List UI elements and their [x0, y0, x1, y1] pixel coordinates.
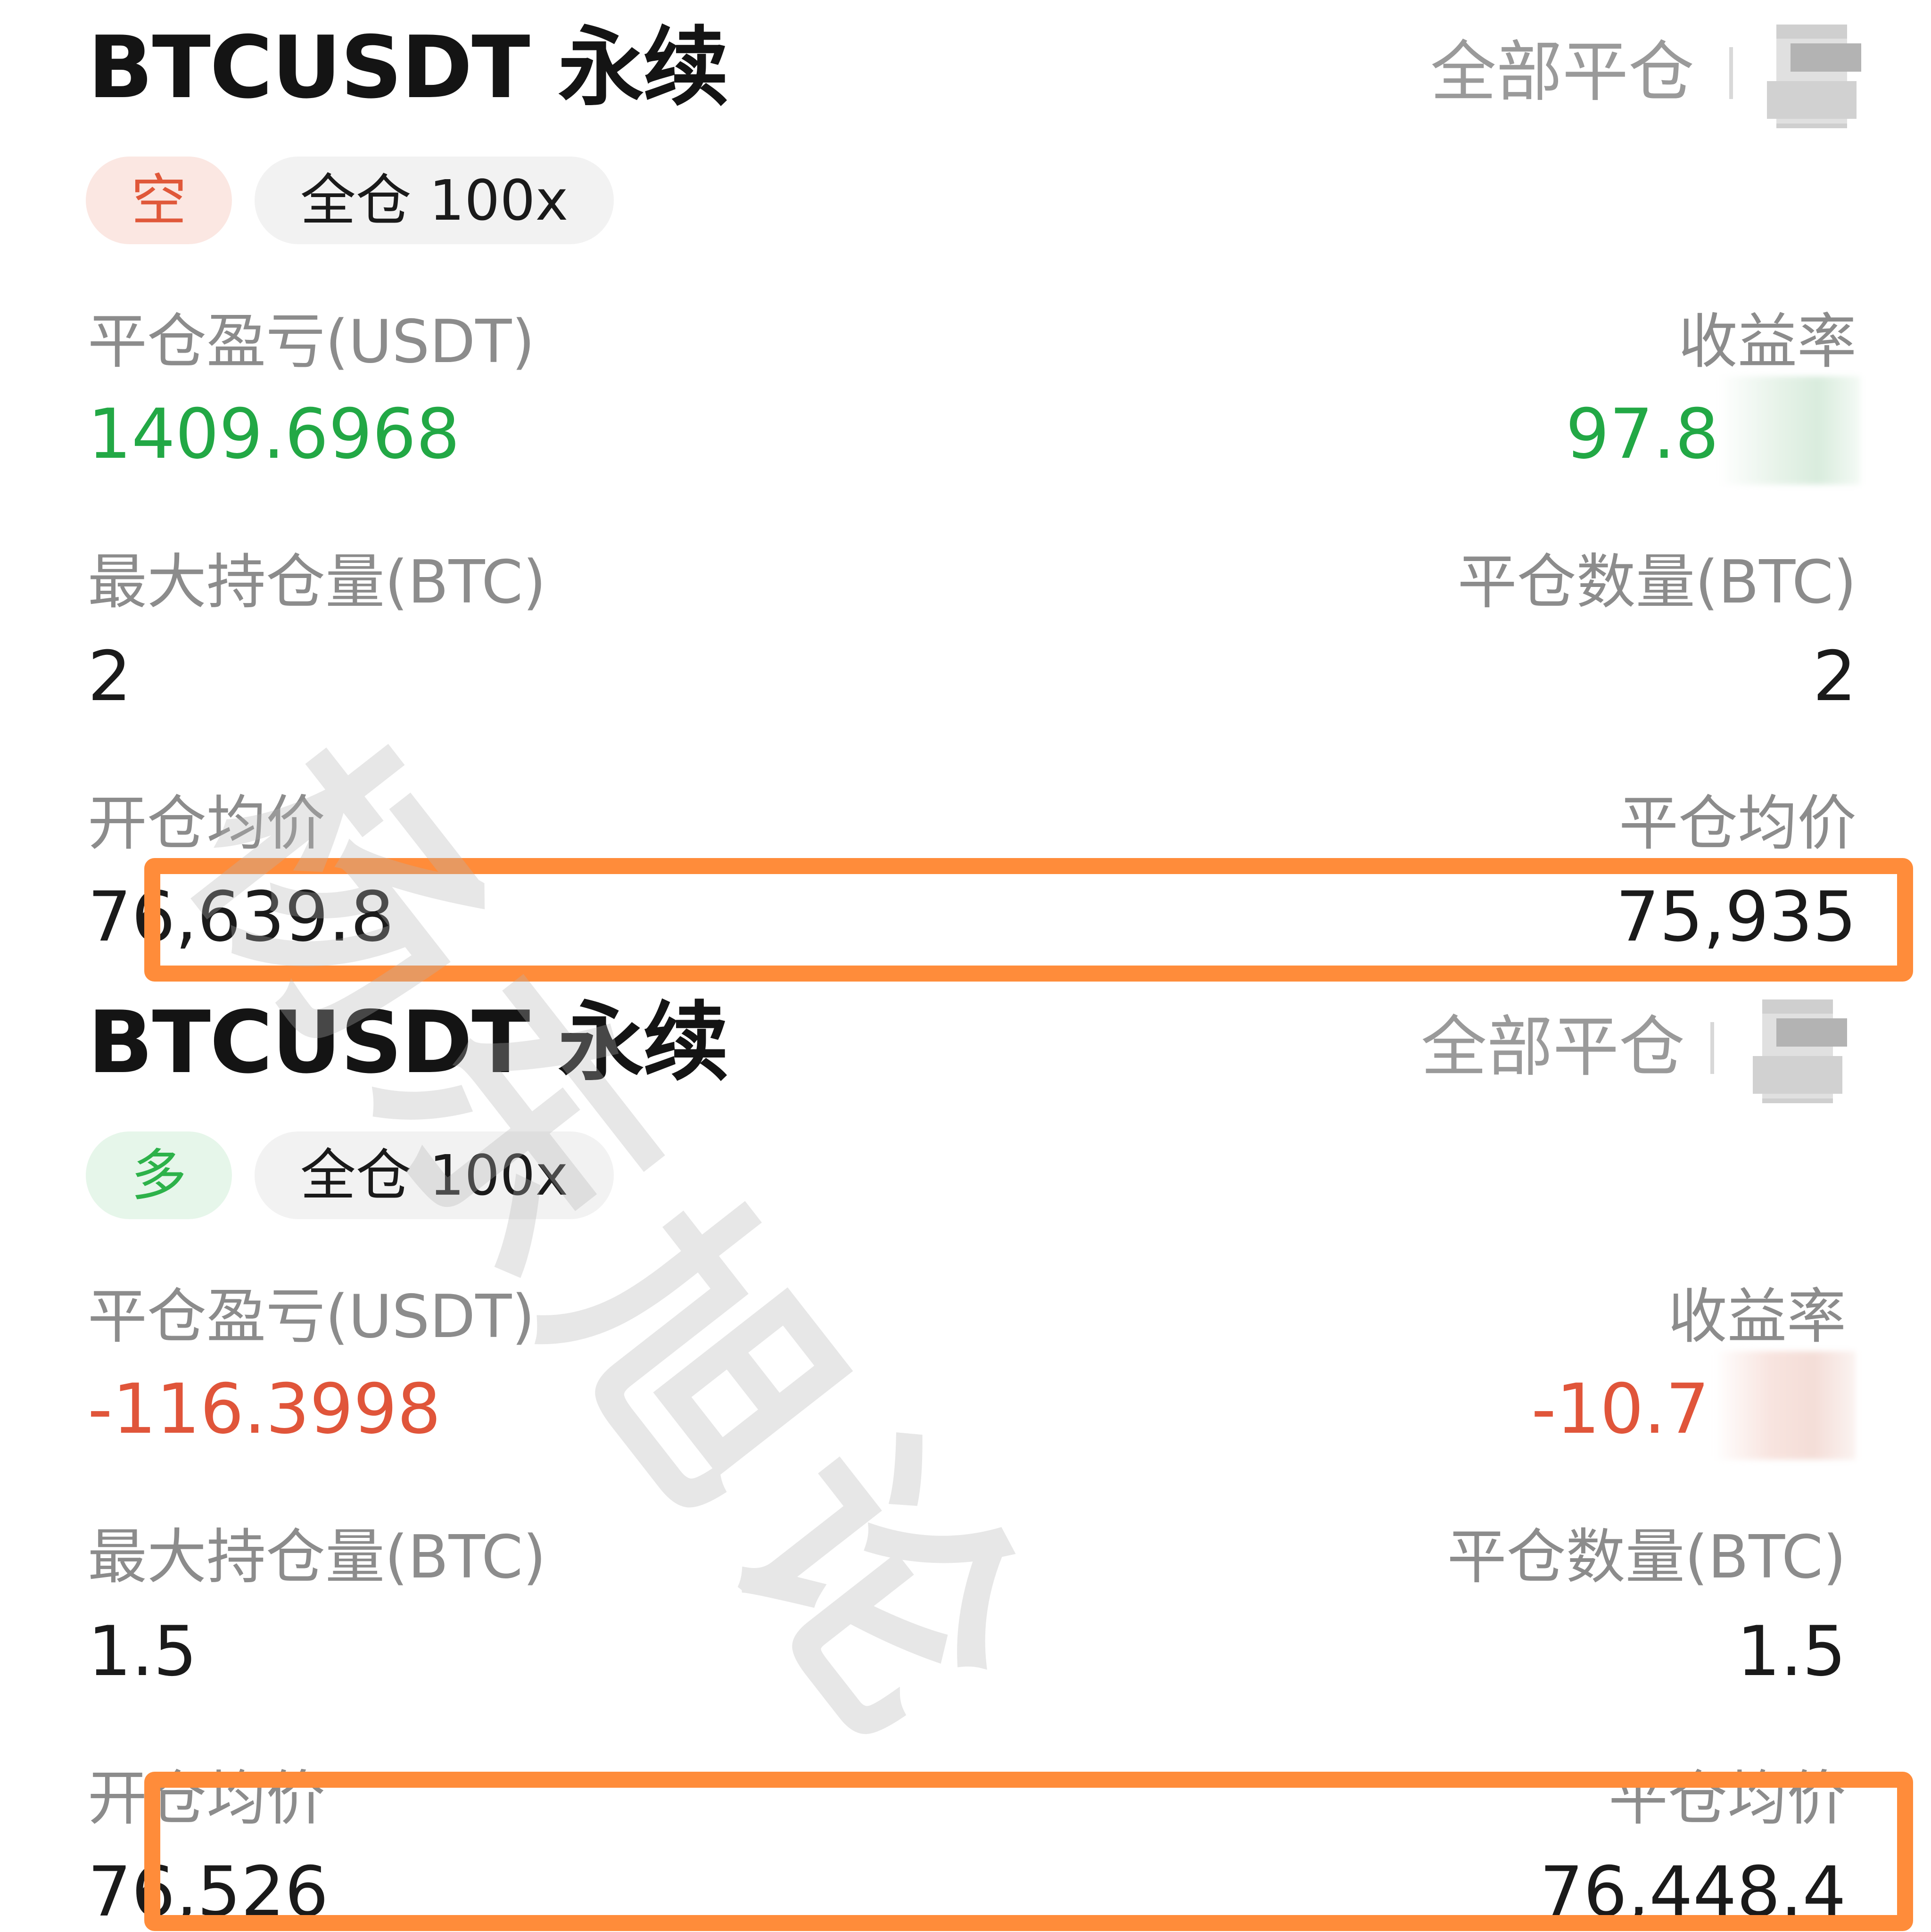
close-all-button[interactable]: 全部平仓 [1421, 1015, 1685, 1081]
side-badge-short: 空 [86, 157, 232, 244]
roi-value: -10.7 [1531, 1369, 1709, 1449]
max-position-value: 1.5 [88, 1611, 198, 1692]
pnl-value: -116.3998 [88, 1369, 441, 1449]
margin-mode-badge: 全仓 100x [255, 1131, 614, 1219]
closed-qty-label: 平仓数量(BTC) [1447, 1522, 1846, 1592]
close-avg-label: 平仓均价 [1619, 789, 1857, 858]
highlight-box-price-row-2 [144, 1772, 1913, 1931]
contract-title: BTCUSDT 永续 [88, 17, 729, 117]
roi-label: 收益率 [1678, 307, 1857, 376]
roi-blur-mask [1719, 376, 1860, 485]
closed-qty-label: 平仓数量(BTC) [1457, 547, 1857, 617]
roi-blur-mask [1714, 1351, 1856, 1460]
share-icon[interactable] [1748, 999, 1852, 1103]
pnl-label: 平仓盈亏(USDT) [88, 1282, 535, 1351]
highlight-box-price-row-1 [144, 858, 1913, 982]
closed-qty-value: 1.5 [1736, 1611, 1846, 1692]
max-position-value: 2 [88, 636, 132, 717]
share-icon[interactable] [1762, 25, 1866, 128]
divider [1710, 1022, 1714, 1074]
roi-label: 收益率 [1668, 1282, 1846, 1351]
contract-title: BTCUSDT 永续 [88, 992, 729, 1092]
open-avg-label: 开仓均价 [88, 789, 325, 858]
closed-qty-value: 2 [1813, 636, 1857, 717]
roi-value: 97.8 [1565, 394, 1719, 474]
max-position-label: 最大持仓量(BTC) [88, 547, 546, 617]
divider [1729, 47, 1733, 99]
side-badge-long: 多 [86, 1131, 232, 1219]
pnl-label: 平仓盈亏(USDT) [88, 307, 535, 376]
margin-mode-badge: 全仓 100x [255, 157, 614, 244]
close-all-button[interactable]: 全部平仓 [1430, 40, 1694, 106]
pnl-value: 1409.6968 [88, 394, 460, 474]
max-position-label: 最大持仓量(BTC) [88, 1522, 546, 1592]
